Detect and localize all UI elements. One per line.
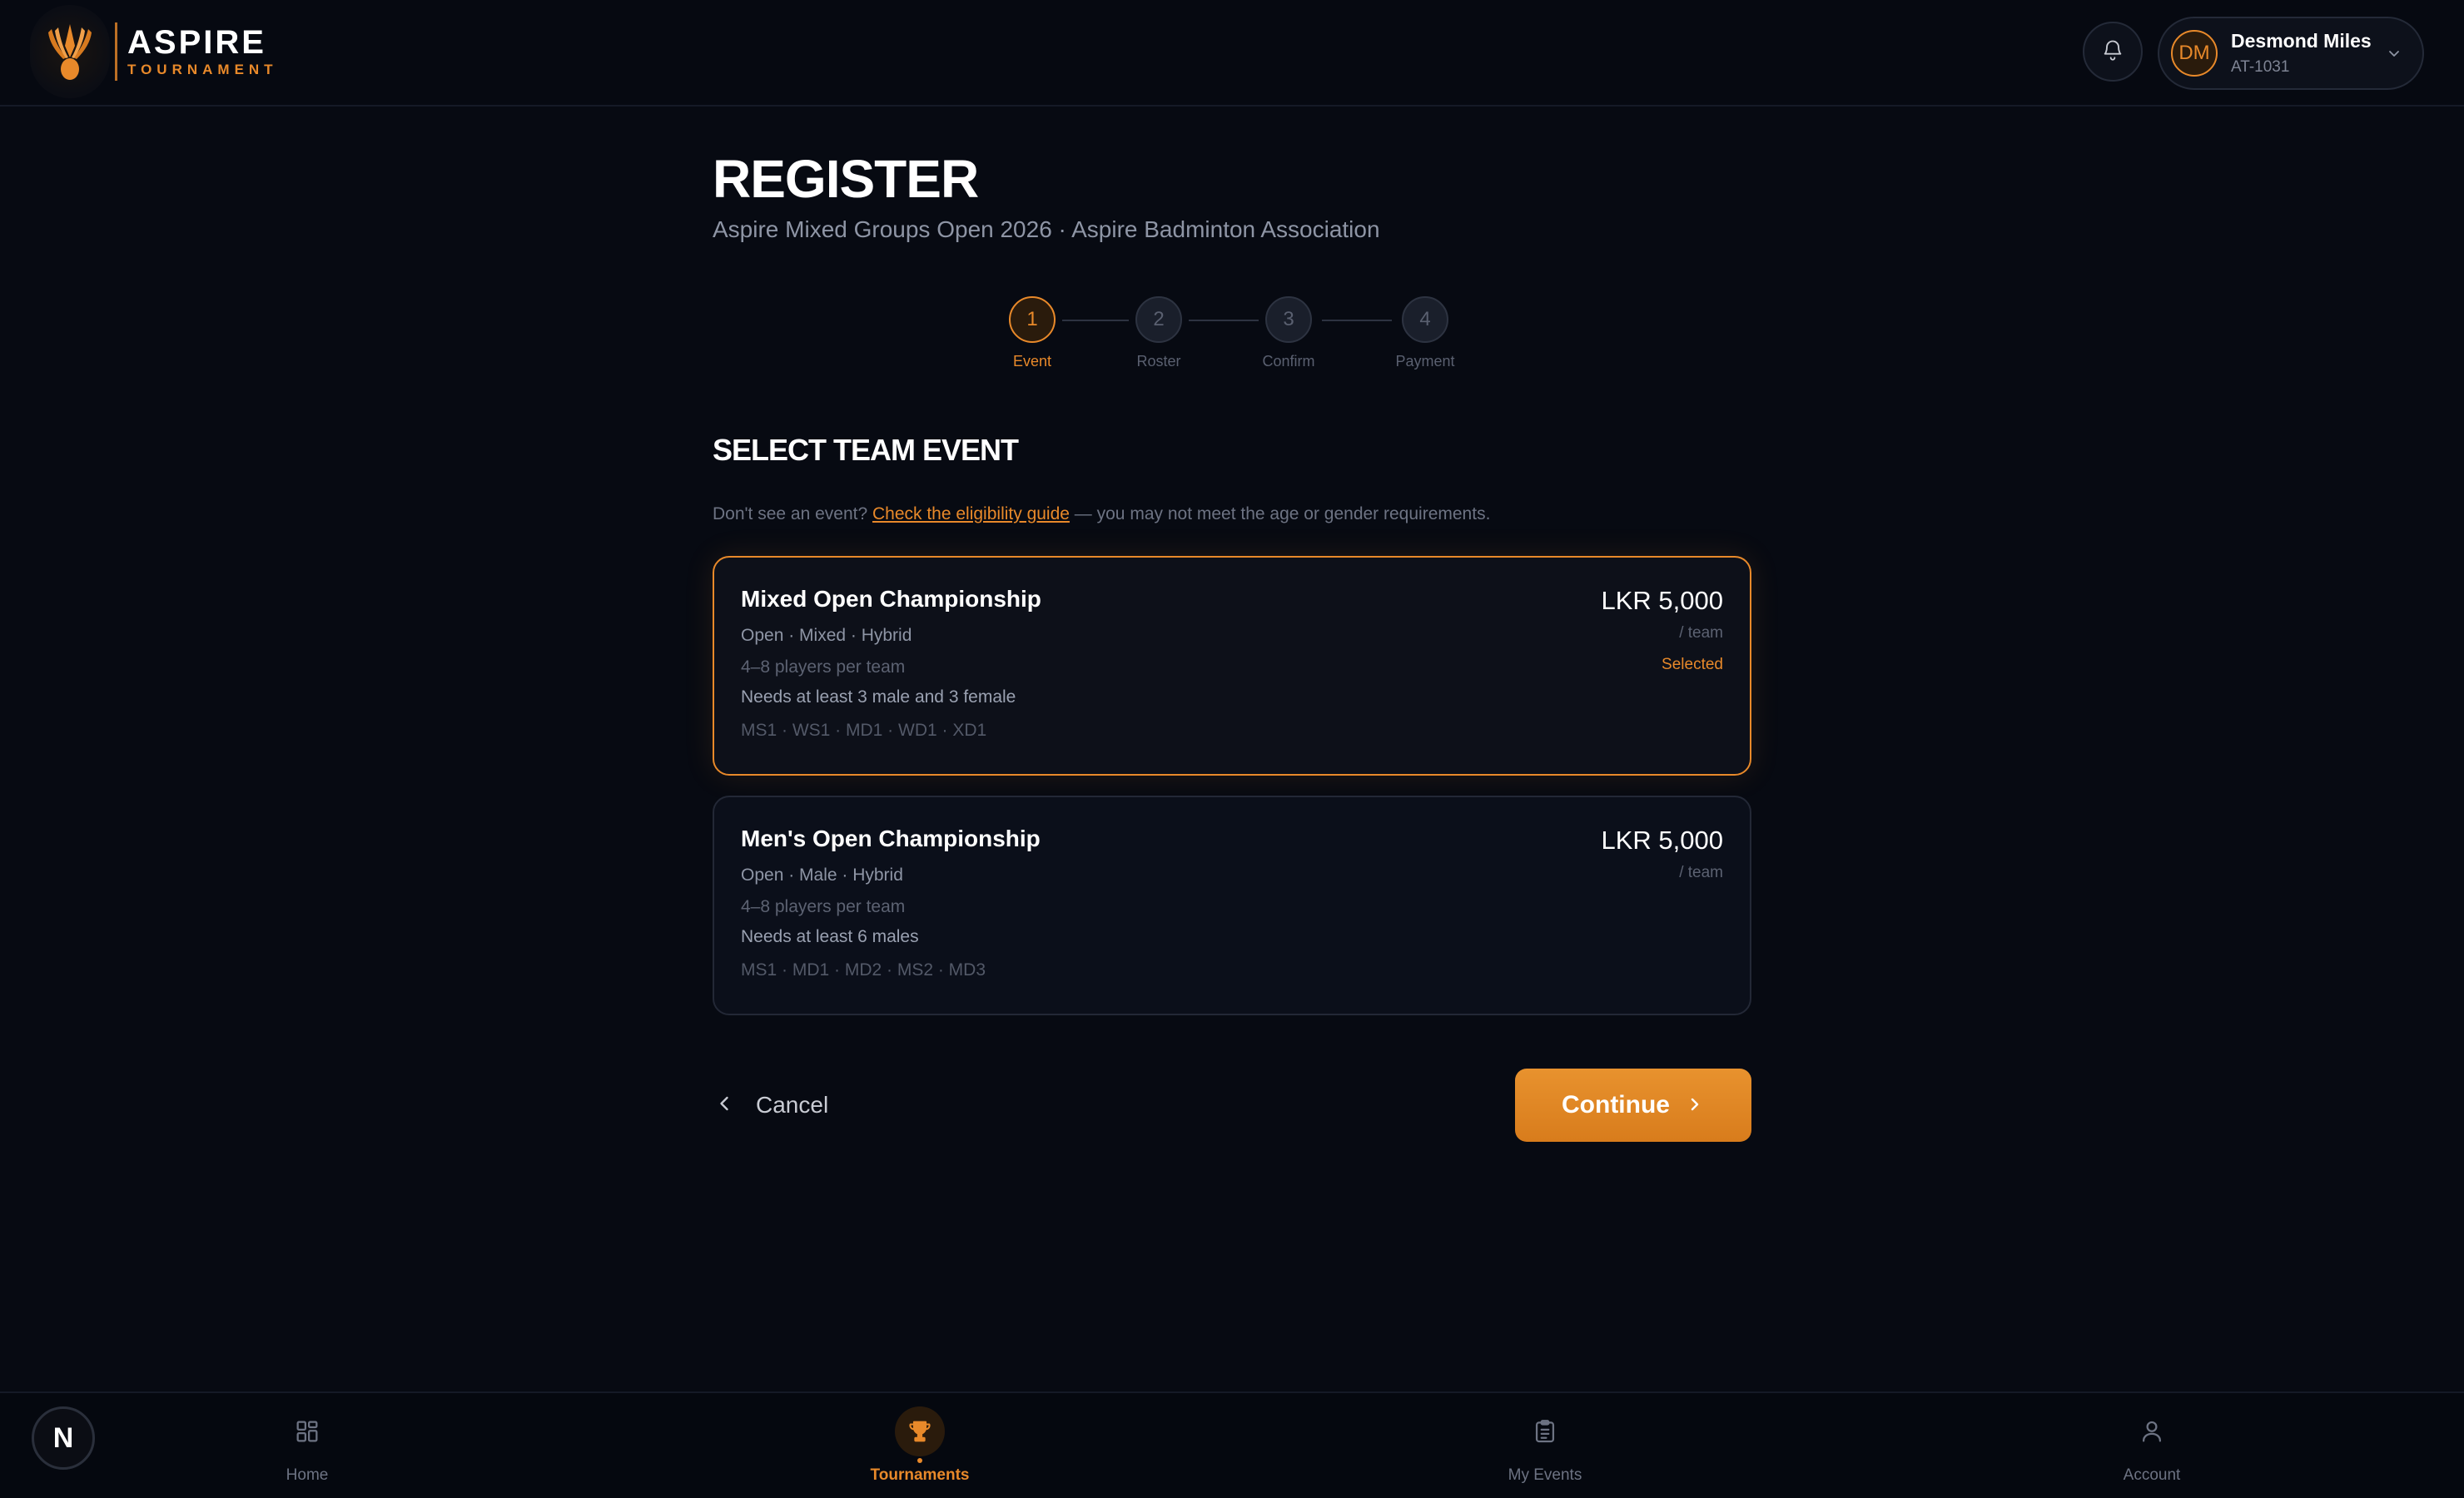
step-event: 1 Event xyxy=(982,296,1082,370)
nav-label: Account xyxy=(2123,1466,2181,1484)
event-meta: Open · Mixed · Hybrid xyxy=(741,626,912,645)
cancel-button[interactable]: Cancel xyxy=(713,1085,828,1125)
chevron-right-icon xyxy=(1685,1094,1705,1117)
event-players: 4–8 players per team xyxy=(741,657,906,677)
bell-icon xyxy=(2101,38,2124,66)
step-number: 4 xyxy=(1402,296,1448,343)
nav-home[interactable]: Home xyxy=(224,1406,390,1485)
bottom-nav: N Home Tournaments My Events Account xyxy=(0,1391,2464,1498)
step-number: 1 xyxy=(1009,296,1056,343)
n-badge[interactable]: N xyxy=(32,1406,95,1470)
trophy-icon xyxy=(895,1406,945,1456)
eligibility-prefix: Don't see an event? xyxy=(713,504,868,523)
step-number: 3 xyxy=(1265,296,1312,343)
nav-label: Tournaments xyxy=(870,1466,970,1484)
user-id: AT-1031 xyxy=(2231,58,2290,76)
page-title: REGISTER xyxy=(713,149,979,209)
logo-divider xyxy=(115,22,117,81)
event-meta: Open · Male · Hybrid xyxy=(741,866,903,885)
event-card-mens-open[interactable]: Men's Open Championship Open · Male · Hy… xyxy=(713,796,1751,1015)
eligibility-suffix: — you may not meet the age or gender req… xyxy=(1074,504,1491,523)
step-roster: 2 Roster xyxy=(1109,296,1209,370)
registration-stepper: 1 Event 2 Roster 3 Confirm 4 Payment xyxy=(999,296,1465,379)
step-number: 2 xyxy=(1135,296,1182,343)
event-price: LKR 5,000 xyxy=(1601,826,1724,855)
event-disciplines: MS1 · WS1 · MD1 · WD1 · XD1 xyxy=(741,721,987,740)
user-icon xyxy=(2127,1406,2177,1456)
chevron-down-icon xyxy=(2384,43,2404,67)
brand-logo[interactable]: ASPIRE TOURNAMENT xyxy=(30,5,278,98)
event-requirement: Needs at least 6 males xyxy=(741,927,919,946)
event-requirement: Needs at least 3 male and 3 female xyxy=(741,687,1016,707)
step-label: Event xyxy=(1012,353,1052,370)
selected-badge: Selected xyxy=(1662,656,1723,673)
event-price-unit: / team xyxy=(1679,864,1723,881)
brand-title: ASPIRE xyxy=(127,24,266,61)
active-indicator xyxy=(917,1458,922,1463)
app-root: ASPIRE TOURNAMENT DM Desmond Miles AT-10… xyxy=(0,0,2464,1498)
brand-subtitle: TOURNAMENT xyxy=(127,62,278,77)
shuttlecock-icon xyxy=(30,5,110,98)
event-title: Mixed Open Championship xyxy=(741,586,1041,612)
nav-account[interactable]: Account xyxy=(2069,1406,2235,1485)
continue-label: Continue xyxy=(1562,1091,1670,1119)
eligibility-guide-link[interactable]: Check the eligibility guide xyxy=(872,504,1070,523)
step-confirm: 3 Confirm xyxy=(1239,296,1339,370)
event-price: LKR 5,000 xyxy=(1601,586,1724,615)
step-label: Payment xyxy=(1395,353,1455,370)
event-players: 4–8 players per team xyxy=(741,897,906,916)
chevron-left-icon xyxy=(713,1092,736,1119)
section-title: SELECT TEAM EVENT xyxy=(713,433,1019,467)
event-title: Men's Open Championship xyxy=(741,826,1041,851)
nav-label: My Events xyxy=(1508,1466,1582,1484)
eligibility-note: Don't see an event? Check the eligibilit… xyxy=(713,504,1490,524)
nav-label: Home xyxy=(286,1466,329,1484)
step-label: Roster xyxy=(1136,353,1181,370)
notifications-button[interactable] xyxy=(2083,22,2143,82)
grid-icon xyxy=(282,1406,332,1456)
page-subtitle: Aspire Mixed Groups Open 2026 · Aspire B… xyxy=(713,216,1380,242)
continue-button[interactable]: Continue xyxy=(1515,1069,1751,1142)
avatar: DM xyxy=(2171,30,2218,77)
top-header: ASPIRE TOURNAMENT DM Desmond Miles AT-10… xyxy=(0,0,2464,107)
step-label: Confirm xyxy=(1262,353,1315,370)
user-name: Desmond Miles xyxy=(2231,30,2372,52)
logo-text: ASPIRE TOURNAMENT xyxy=(127,24,278,79)
nav-my-events[interactable]: My Events xyxy=(1462,1406,1628,1485)
event-price-unit: / team xyxy=(1679,624,1723,642)
event-card-mixed-open[interactable]: Mixed Open Championship Open · Mixed · H… xyxy=(713,556,1751,776)
clipboard-icon xyxy=(1520,1406,1570,1456)
cancel-label: Cancel xyxy=(756,1092,829,1118)
user-menu-button[interactable]: DM Desmond Miles AT-1031 xyxy=(2158,17,2424,90)
nav-tournaments[interactable]: Tournaments xyxy=(837,1406,1003,1485)
event-disciplines: MS1 · MD1 · MD2 · MS2 · MD3 xyxy=(741,960,986,980)
step-payment: 4 Payment xyxy=(1375,296,1475,370)
